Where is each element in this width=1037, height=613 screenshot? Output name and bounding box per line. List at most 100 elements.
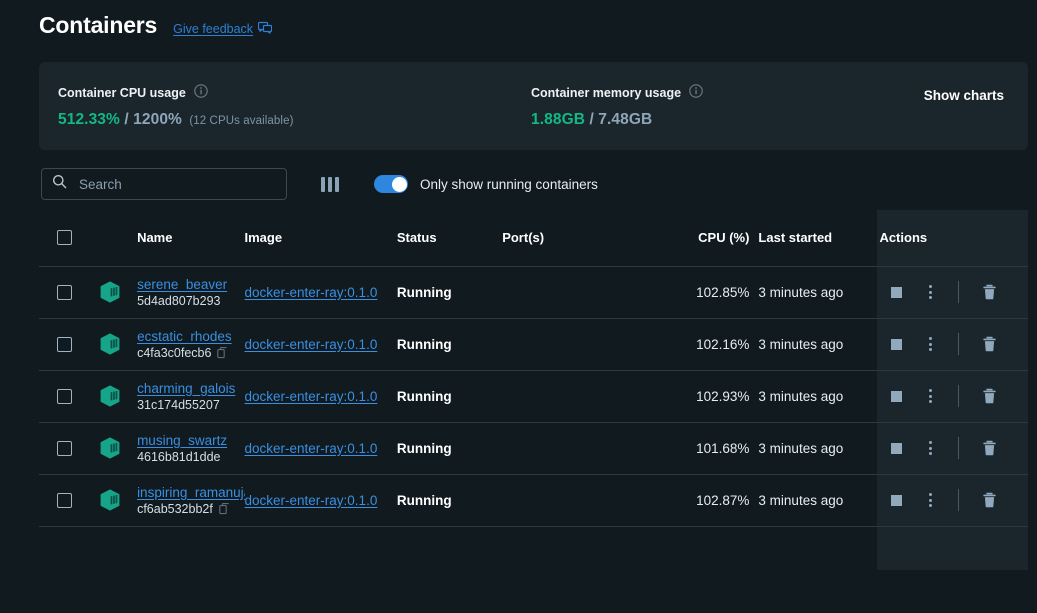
more-options-button[interactable] <box>913 493 947 507</box>
cpu-cell: 102.93% <box>674 370 749 422</box>
container-icon <box>97 383 137 409</box>
stop-button[interactable] <box>879 495 913 506</box>
image-cell: docker-enter-ray:0.1.0 <box>245 318 397 370</box>
copy-id-icon[interactable] <box>219 503 231 515</box>
container-id: 31c174d55207 <box>137 398 220 412</box>
image-link[interactable]: docker-enter-ray:0.1.0 <box>245 493 378 508</box>
stop-button[interactable] <box>879 443 913 454</box>
select-all-header <box>39 210 97 266</box>
name-header[interactable]: Name <box>137 210 244 266</box>
container-name-link[interactable]: serene_beaver <box>137 277 244 292</box>
row-checkbox[interactable] <box>57 285 72 300</box>
container-name-link[interactable]: charming_galois <box>137 381 244 396</box>
actions-cell <box>870 266 1028 318</box>
container-icon <box>97 331 137 357</box>
container-icon-cell <box>97 266 137 318</box>
info-icon[interactable] <box>689 84 703 103</box>
more-options-button[interactable] <box>913 441 947 455</box>
show-charts-button[interactable]: Show charts <box>924 88 1004 103</box>
cpu-cell: 102.16% <box>674 318 749 370</box>
page-title: Containers <box>39 12 157 39</box>
cpu-usage-separator: / <box>124 111 128 128</box>
delete-button[interactable] <box>972 492 1006 508</box>
table-row[interactable]: charming_galois 31c174d55207 docker-enter-… <box>39 370 1028 422</box>
more-options-button[interactable] <box>913 389 947 403</box>
delete-button[interactable] <box>972 336 1006 352</box>
table-header-row: Name Image Status Port(s) CPU (%) Last s… <box>39 210 1028 266</box>
container-id: c4fa3c0fecb6 <box>137 346 211 360</box>
cpu-cell: 102.85% <box>674 266 749 318</box>
columns-icon[interactable] <box>321 177 339 192</box>
container-name-cell: serene_beaver5d4ad807b293 <box>137 266 244 318</box>
actions-cell <box>870 474 1028 526</box>
stop-button[interactable] <box>879 339 913 350</box>
stop-icon <box>891 495 902 506</box>
trash-icon <box>982 336 997 352</box>
image-link[interactable]: docker-enter-ray:0.1.0 <box>245 337 378 352</box>
container-name-link[interactable]: musing_swartz <box>137 433 244 448</box>
image-link[interactable]: docker-enter-ray:0.1.0 <box>245 441 378 456</box>
table-row[interactable]: serene_beaver5d4ad807b293docker-enter-ra… <box>39 266 1028 318</box>
copy-id-icon[interactable] <box>217 347 229 359</box>
last-started-cell: 3 minutes ago <box>749 474 870 526</box>
table-body: serene_beaver5d4ad807b293docker-enter-ra… <box>39 266 1028 526</box>
container-name-cell: ecstatic_rhodes c4fa3c0fecb6 <box>137 318 244 370</box>
status-cell: Running <box>397 474 502 526</box>
container-name-link[interactable]: inspiring_ramanujan <box>137 485 244 500</box>
status-cell: Running <box>397 318 502 370</box>
table-row[interactable]: musing_swartz 4616b81d1ddedocker-enter-ra… <box>39 422 1028 474</box>
actions-divider <box>958 489 959 511</box>
stop-button[interactable] <box>879 287 913 298</box>
search-icon <box>52 174 67 194</box>
ports-cell <box>502 370 674 422</box>
only-show-running-toggle[interactable] <box>374 175 408 193</box>
stop-button[interactable] <box>879 391 913 402</box>
last-started-header[interactable]: Last started <box>749 210 870 266</box>
more-options-button[interactable] <box>913 337 947 351</box>
container-name-link[interactable]: ecstatic_rhodes <box>137 329 244 344</box>
container-id-row: cf6ab532bb2f <box>137 502 244 516</box>
select-all-checkbox[interactable] <box>57 230 72 245</box>
containers-table: Name Image Status Port(s) CPU (%) Last s… <box>39 210 1028 527</box>
image-link[interactable]: docker-enter-ray:0.1.0 <box>245 389 378 404</box>
running-containers-toggle-group: Only show running containers <box>374 175 598 193</box>
info-icon[interactable] <box>194 84 208 103</box>
cpu-usage-values: 512.33% / 1200% (12 CPUs available) <box>58 111 531 129</box>
delete-button[interactable] <box>972 284 1006 300</box>
status-header[interactable]: Status <box>397 210 502 266</box>
search-box[interactable] <box>41 168 287 200</box>
row-checkbox[interactable] <box>57 441 72 456</box>
image-header[interactable]: Image <box>245 210 397 266</box>
row-actions <box>879 489 1028 511</box>
ports-header[interactable]: Port(s) <box>502 210 674 266</box>
delete-button[interactable] <box>972 440 1006 456</box>
container-id: cf6ab532bb2f <box>137 502 213 516</box>
cpu-cell: 102.87% <box>674 474 749 526</box>
cpu-usage-label-row: Container CPU usage <box>58 84 531 103</box>
cpu-header[interactable]: CPU (%) <box>674 210 749 266</box>
row-checkbox[interactable] <box>57 389 72 404</box>
status-text: Running <box>397 493 452 508</box>
kebab-menu-icon <box>929 493 932 507</box>
delete-button[interactable] <box>972 388 1006 404</box>
row-checkbox[interactable] <box>57 337 72 352</box>
row-checkbox[interactable] <box>57 493 72 508</box>
container-id-row: 4616b81d1dde <box>137 450 244 464</box>
status-text: Running <box>397 285 452 300</box>
ports-cell <box>502 318 674 370</box>
more-options-button[interactable] <box>913 285 947 299</box>
trash-icon <box>982 440 997 456</box>
stop-icon <box>891 391 902 402</box>
ports-cell <box>502 266 674 318</box>
search-input[interactable] <box>79 177 276 192</box>
container-icon-cell <box>97 318 137 370</box>
image-cell: docker-enter-ray:0.1.0 <box>245 422 397 474</box>
give-feedback-link[interactable]: Give feedback <box>173 21 272 37</box>
table-row[interactable]: ecstatic_rhodes c4fa3c0fecb6 docker-enter-… <box>39 318 1028 370</box>
image-link[interactable]: docker-enter-ray:0.1.0 <box>245 285 378 300</box>
row-actions <box>879 385 1028 407</box>
table-row[interactable]: inspiring_ramanujan cf6ab532bb2f docker-en… <box>39 474 1028 526</box>
row-select-cell <box>39 422 97 474</box>
kebab-menu-icon <box>929 285 932 299</box>
ports-cell <box>502 474 674 526</box>
